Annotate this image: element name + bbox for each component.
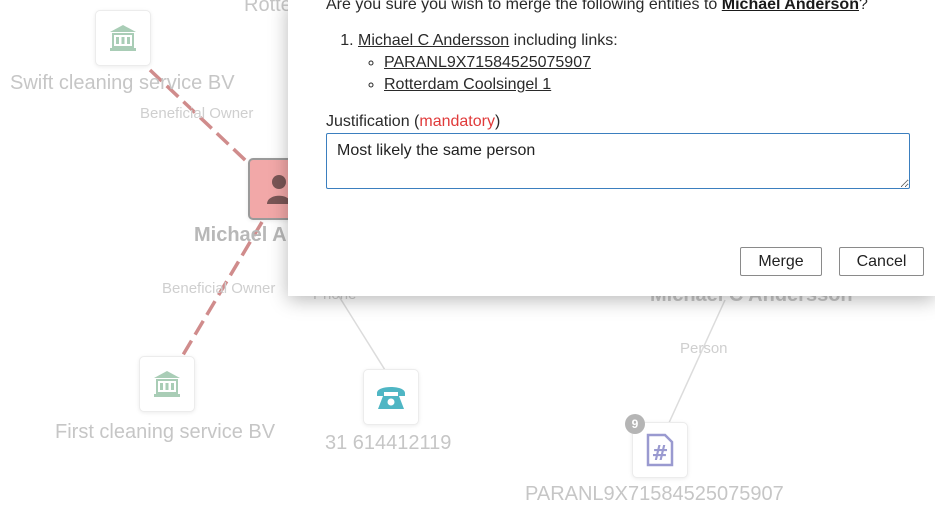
link-account[interactable]: PARANL9X71584525075907	[384, 54, 591, 71]
bank-icon	[154, 371, 180, 397]
node-label-first: First cleaning service BV	[55, 421, 276, 443]
entity-list-item: Michael C Andersson including links: PAR…	[358, 30, 618, 96]
question-prefix: Are you sure you wish to merge the follo…	[326, 0, 722, 13]
node-phone[interactable]	[363, 369, 419, 425]
edge-label-person: Person	[680, 340, 728, 357]
merge-dialog: Are you sure you wish to merge the follo…	[288, 0, 935, 296]
phone-icon	[377, 387, 405, 409]
edge-label-beneficial-owner-bottom: Beneficial Owner	[162, 280, 276, 297]
entity-list: Michael C Andersson including links: PAR…	[336, 30, 618, 96]
merge-question: Are you sure you wish to merge the follo…	[326, 0, 868, 14]
node-label-phone: 31 614412119	[325, 432, 452, 454]
entity-links-list: PARANL9X71584525075907 Rotterdam Coolsin…	[358, 52, 618, 96]
hash-document-icon: #	[646, 433, 674, 467]
justification-label: Justification (mandatory)	[326, 113, 500, 131]
node-label-account: PARANL9X71584525075907	[525, 483, 784, 505]
justification-label-text: Justification	[326, 113, 410, 130]
mandatory-text: mandatory	[419, 113, 495, 130]
question-suffix: ?	[858, 0, 868, 13]
justification-input[interactable]: Most likely the same person	[326, 133, 910, 189]
node-company-swift[interactable]	[95, 10, 151, 66]
bank-icon	[110, 25, 136, 51]
svg-text:#: #	[652, 441, 669, 465]
node-label-swift: Swift cleaning service BV	[10, 72, 235, 94]
cancel-button[interactable]: Cancel	[839, 247, 924, 276]
entity-links-text: including links:	[509, 32, 618, 49]
mandatory-close: )	[494, 113, 501, 130]
node-company-first[interactable]	[139, 356, 195, 412]
edge-label-beneficial-owner-top: Beneficial Owner	[140, 105, 254, 122]
edge-person	[667, 299, 726, 426]
node-label-person: Michael A	[194, 224, 287, 246]
link-address[interactable]: Rotterdam Coolsingel 1	[384, 76, 551, 93]
mandatory-open: (	[409, 113, 420, 130]
entity-link-item: PARANL9X71584525075907	[384, 52, 618, 74]
target-entity-link[interactable]: Michael Anderson	[722, 0, 859, 13]
entity-link[interactable]: Michael C Andersson	[358, 32, 509, 49]
merge-button[interactable]: Merge	[740, 247, 822, 276]
entity-link-item: Rotterdam Coolsingel 1	[384, 74, 618, 96]
node-label-partial-top: Rotte	[244, 0, 292, 16]
node-badge-count: 9	[625, 414, 645, 434]
